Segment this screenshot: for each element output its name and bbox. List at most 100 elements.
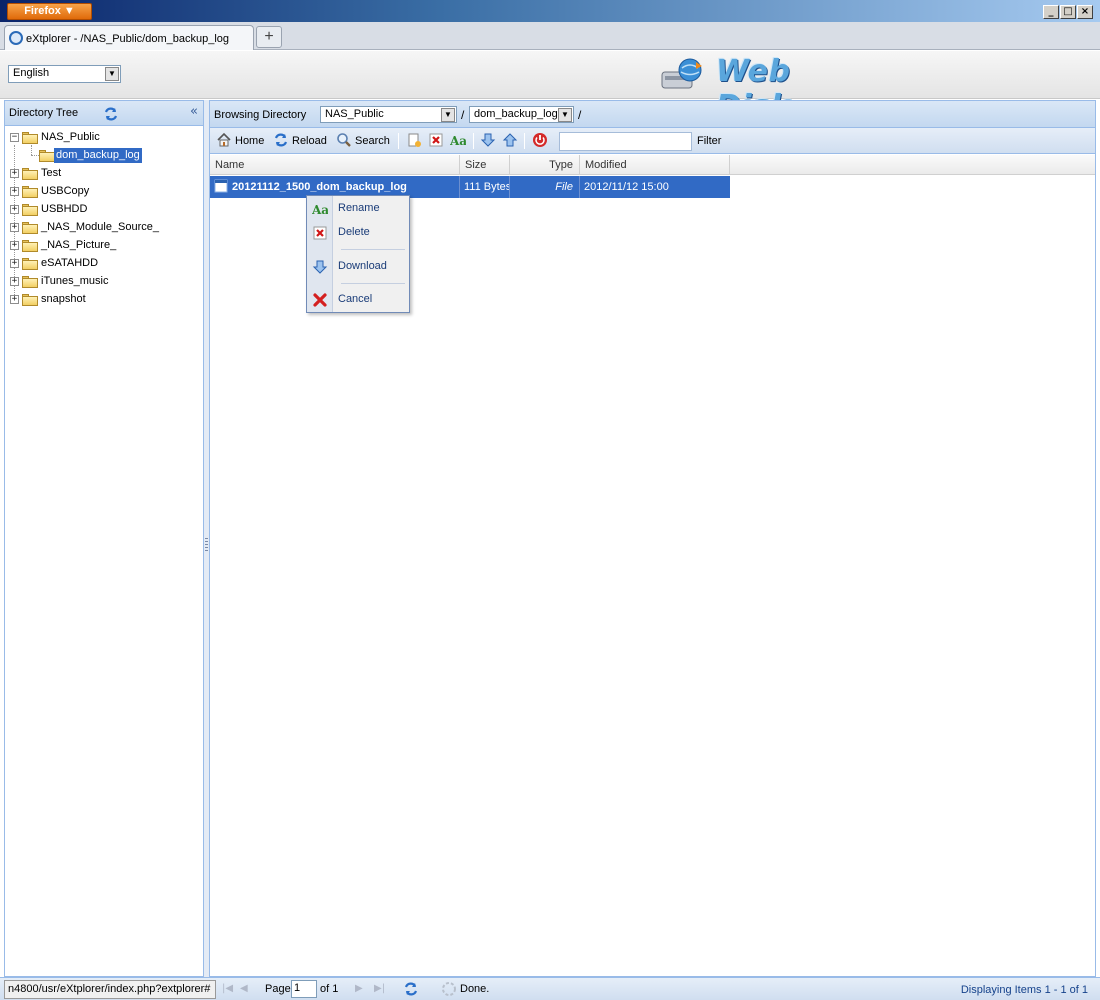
tree-node-usbcopy[interactable]: + USBCopy — [5, 183, 203, 201]
new-file-icon — [408, 133, 421, 147]
context-menu-download[interactable]: Download — [307, 256, 409, 278]
file-modified-cell: 2012/11/12 15:00 — [584, 181, 669, 193]
chevron-down-icon[interactable]: ▼ — [105, 67, 119, 81]
column-header-modified[interactable]: Modified — [580, 155, 730, 175]
table-row[interactable]: 20121112_1500_dom_backup_log 111 Bytes F… — [210, 176, 730, 198]
directory-select-2[interactable]: dom_backup_log ▼ — [469, 106, 574, 123]
language-select[interactable]: English ▼ — [8, 65, 121, 83]
new-tab-button[interactable]: + — [256, 26, 282, 48]
context-menu-cancel[interactable]: Cancel — [307, 289, 409, 311]
context-menu-separator — [341, 283, 405, 284]
filter-input[interactable] — [559, 132, 692, 151]
expand-node-icon[interactable]: + — [10, 205, 19, 214]
minimize-button[interactable]: _ — [1043, 5, 1059, 19]
path-separator: / — [578, 108, 582, 122]
download-button[interactable] — [480, 132, 499, 150]
svg-text:Aa: Aa — [312, 203, 328, 217]
maximize-button[interactable]: □ — [1060, 5, 1076, 19]
toolbar-separator — [524, 133, 525, 149]
expand-node-icon[interactable]: + — [10, 169, 19, 178]
reload-icon[interactable] — [103, 106, 119, 122]
tree-node-nas-module-source[interactable]: + _NAS_Module_Source_ — [5, 219, 203, 237]
previous-page-icon[interactable]: ◀ — [240, 983, 248, 994]
context-menu-separator — [341, 249, 405, 250]
browse-directory-label: Browsing Directory — [214, 109, 307, 121]
rename-icon: Aa — [312, 203, 328, 217]
search-label: Search — [355, 135, 390, 147]
expand-node-icon[interactable]: + — [10, 223, 19, 232]
search-button[interactable]: Search — [336, 132, 390, 150]
folder-icon — [22, 240, 38, 252]
column-header-name[interactable]: Name — [210, 155, 460, 175]
directory-select-1[interactable]: NAS_Public ▼ — [320, 106, 457, 123]
reload-icon[interactable] — [403, 981, 419, 997]
grid-header: Name Size Type Modified — [210, 155, 1095, 175]
delete-button[interactable] — [428, 132, 447, 150]
folder-open-icon — [39, 150, 55, 162]
tree-node-nas-public[interactable]: − NAS_Public — [5, 129, 203, 147]
chevron-down-icon[interactable]: ▼ — [558, 108, 572, 122]
next-page-icon[interactable]: ▶ — [355, 983, 363, 994]
column-header-type[interactable]: Type — [510, 155, 580, 175]
svg-text:Aa: Aa — [450, 134, 466, 148]
tree-node-label: NAS_Public — [41, 131, 100, 143]
status-bar: n4800/usr/eXtplorer/index.php?extplorer#… — [0, 977, 1100, 1000]
web-disk-logo: Web Disk — [660, 54, 860, 124]
context-menu: Aa Rename Delete Download Cancel — [306, 195, 410, 313]
reload-icon — [274, 133, 288, 147]
logout-button[interactable] — [532, 132, 551, 150]
browser-tabstrip: eXtplorer - /NAS_Public/dom_backup_log + — [0, 22, 1100, 50]
search-icon — [337, 133, 351, 147]
tree-node-label: snapshot — [41, 293, 86, 305]
toolbar-separator — [473, 133, 474, 149]
reload-button[interactable]: Reload — [273, 132, 327, 150]
new-file-button[interactable] — [406, 132, 425, 150]
context-menu-rename[interactable]: Aa Rename — [307, 198, 409, 220]
splitter-grip-icon[interactable] — [205, 538, 208, 552]
home-button[interactable]: Home — [216, 132, 264, 150]
tree-node-label: _NAS_Module_Source_ — [41, 221, 160, 233]
column-header-size[interactable]: Size — [460, 155, 510, 175]
tree-node-esatahdd[interactable]: + eSATAHDD — [5, 255, 203, 273]
tree-node-itunes-music[interactable]: + iTunes_music — [5, 273, 203, 291]
globe-icon — [9, 31, 23, 45]
tree-node-label: eSATAHDD — [41, 257, 99, 269]
browser-tab[interactable]: eXtplorer - /NAS_Public/dom_backup_log — [4, 25, 254, 50]
disk-globe-icon — [661, 58, 702, 89]
collapse-node-icon[interactable]: − — [10, 133, 19, 142]
folder-icon — [22, 204, 38, 216]
browser-tab-title: eXtplorer - /NAS_Public/dom_backup_log — [26, 33, 230, 45]
tree-node-label: USBCopy — [41, 185, 90, 197]
first-page-icon[interactable]: |◀ — [222, 983, 233, 994]
rename-button[interactable]: Aa — [450, 132, 469, 150]
filter-label: Filter — [697, 135, 722, 147]
firefox-menu-button[interactable]: Firefox ▼ — [7, 3, 92, 20]
folder-icon — [22, 222, 38, 234]
tree-node-dom-backup-log[interactable]: dom_backup_log — [5, 147, 203, 165]
delete-icon — [313, 226, 327, 240]
chevron-down-icon[interactable]: ▼ — [441, 108, 455, 122]
arrow-down-icon — [312, 260, 328, 274]
collapse-panel-icon[interactable]: « — [190, 104, 198, 119]
page-number-input[interactable]: 1 — [291, 980, 317, 998]
language-value: English — [13, 67, 50, 79]
upload-button[interactable] — [502, 132, 521, 150]
expand-node-icon[interactable]: + — [10, 277, 19, 286]
tree-header: Directory Tree « — [5, 101, 203, 126]
tree-node-snapshot[interactable]: + snapshot — [5, 291, 203, 309]
context-menu-delete[interactable]: Delete — [307, 222, 409, 244]
home-icon — [217, 132, 231, 147]
expand-node-icon[interactable]: + — [10, 187, 19, 196]
expand-node-icon[interactable]: + — [10, 295, 19, 304]
tree-node-nas-picture[interactable]: + _NAS_Picture_ — [5, 237, 203, 255]
expand-node-icon[interactable]: + — [10, 259, 19, 268]
reload-label: Reload — [292, 135, 327, 147]
page-label: Page — [265, 983, 291, 995]
file-icon — [214, 179, 228, 193]
tree-node-usbhdd[interactable]: + USBHDD — [5, 201, 203, 219]
tree-node-test[interactable]: + Test — [5, 165, 203, 183]
close-window-button[interactable]: × — [1077, 5, 1093, 19]
last-page-icon[interactable]: ▶| — [374, 983, 385, 994]
folder-icon — [22, 186, 38, 198]
expand-node-icon[interactable]: + — [10, 241, 19, 250]
